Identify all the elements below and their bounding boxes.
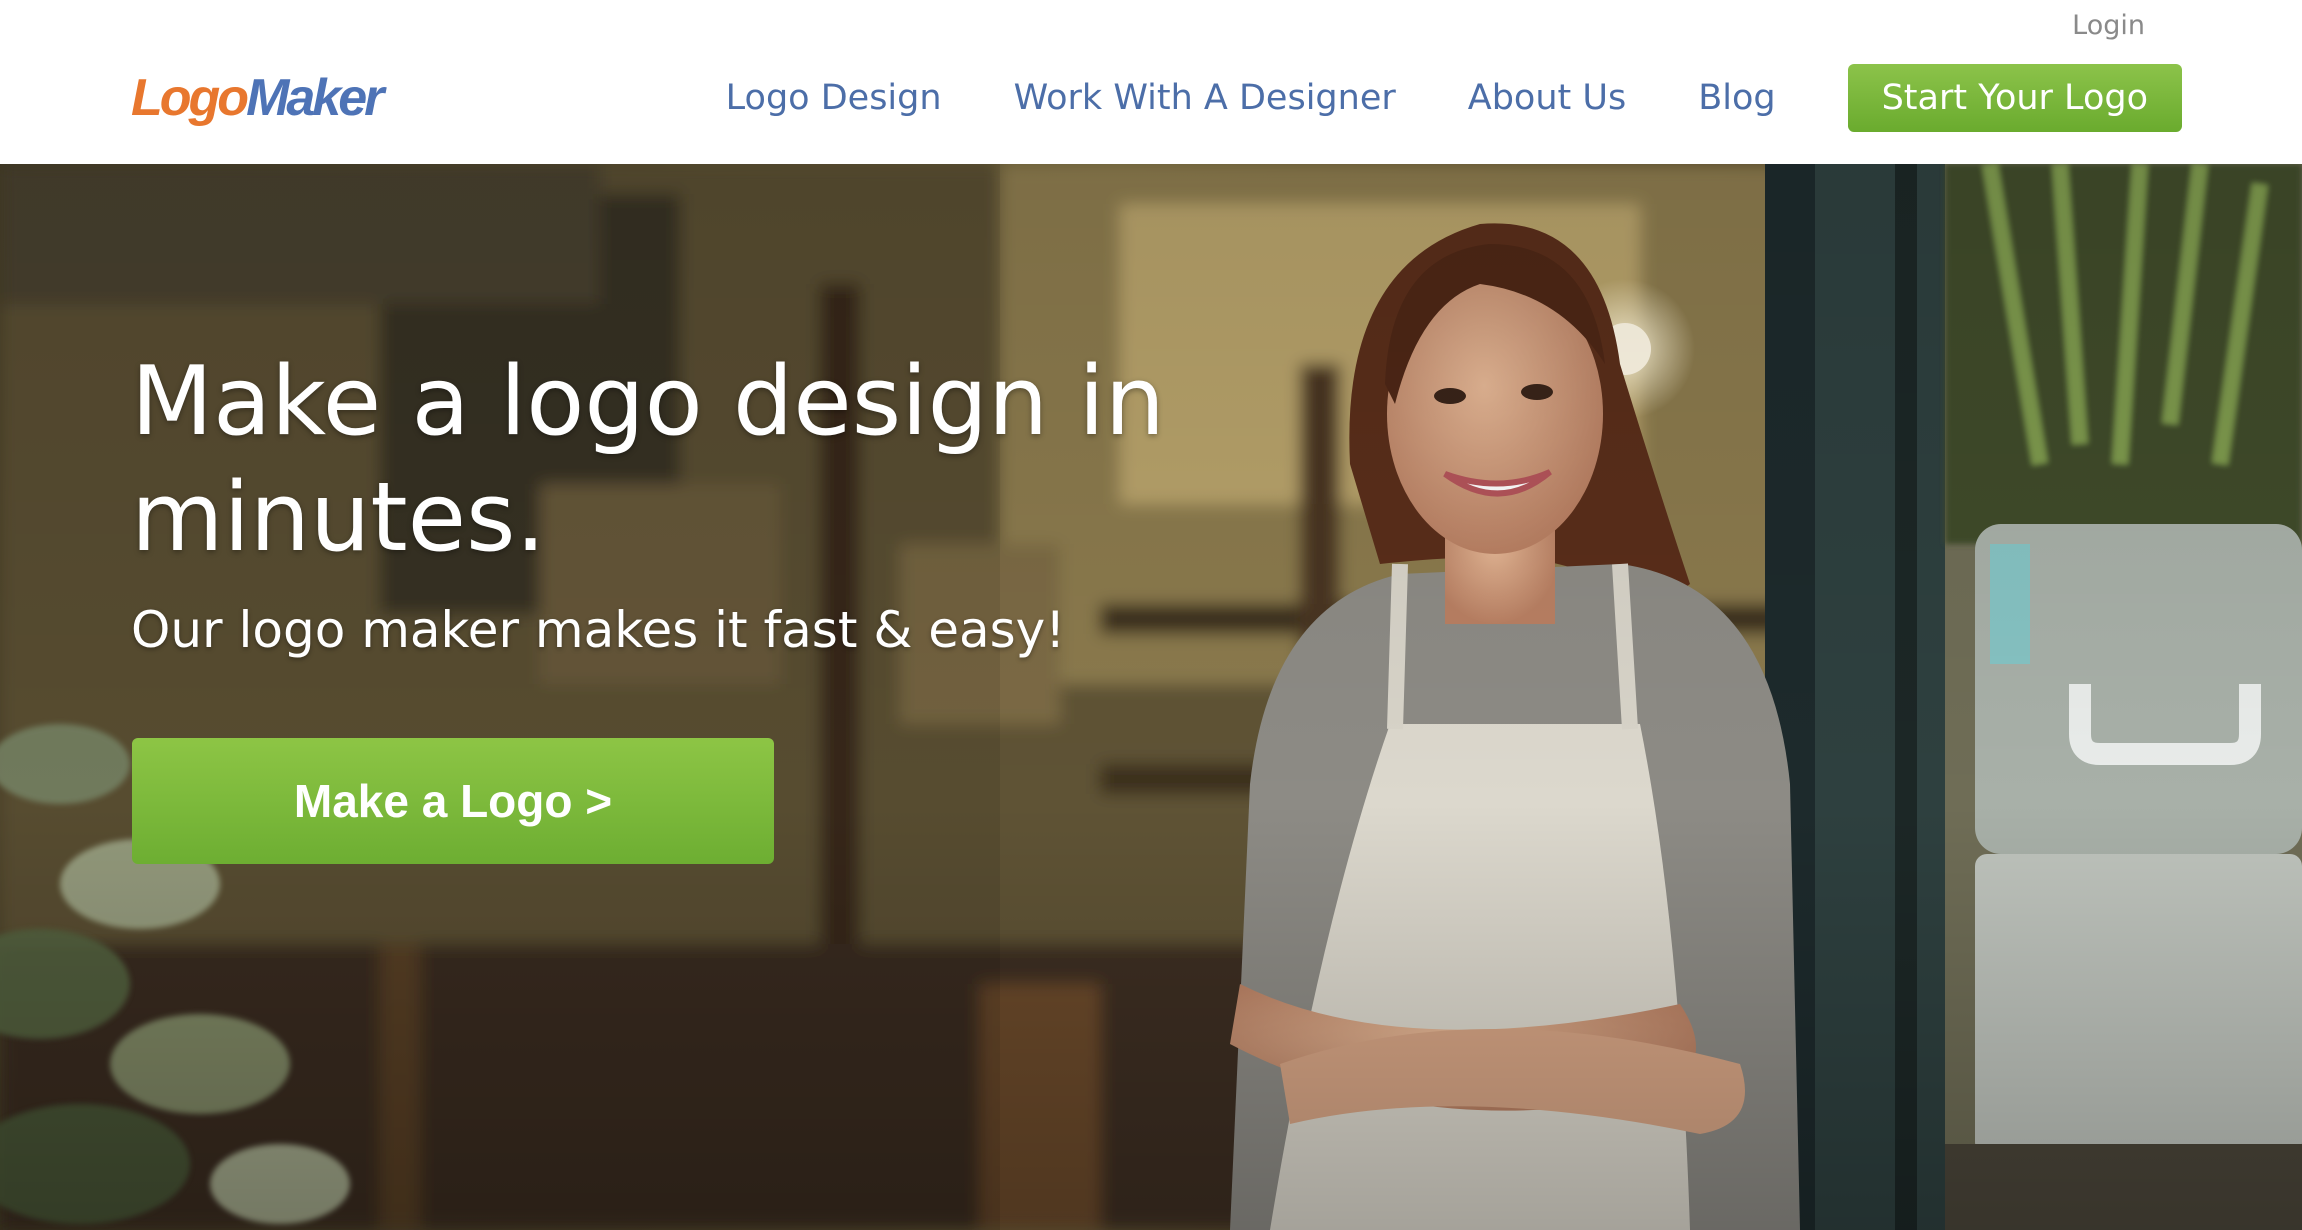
make-a-logo-button[interactable]: Make a Logo > <box>132 738 774 864</box>
site-header: LogoMaker Login Logo Design Work With A … <box>0 0 2302 164</box>
nav-work-with-designer[interactable]: Work With A Designer <box>1014 64 1396 132</box>
hero-background-photo <box>0 164 2302 1230</box>
logo-text-part1: Logo <box>131 69 249 127</box>
logomaker-logo[interactable]: LogoMaker <box>131 66 384 130</box>
nav-about-us[interactable]: About Us <box>1468 64 1626 132</box>
login-link[interactable]: Login <box>2072 11 2145 41</box>
nav-logo-design[interactable]: Logo Design <box>726 64 942 132</box>
main-nav: Logo Design Work With A Designer About U… <box>726 64 2182 132</box>
hero-title: Make a logo design in minutes. <box>131 347 1165 573</box>
hero-subtitle: Our logo maker makes it fast & easy! <box>131 601 1066 659</box>
page: LogoMaker Login Logo Design Work With A … <box>0 0 2302 1230</box>
nav-blog[interactable]: Blog <box>1698 64 1775 132</box>
hero-section: Make a logo design in minutes. Our logo … <box>0 164 2302 1230</box>
logo-text-part2: Maker <box>246 69 384 127</box>
start-your-logo-button[interactable]: Start Your Logo <box>1847 64 2182 132</box>
